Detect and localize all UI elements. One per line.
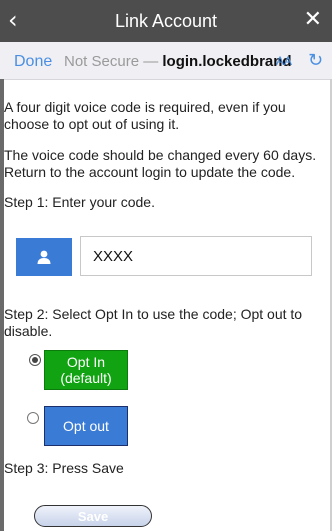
close-icon[interactable]: ✕: [304, 6, 322, 34]
done-button[interactable]: Done: [14, 53, 52, 71]
opt-out-button[interactable]: Opt out: [44, 406, 128, 446]
user-icon: [37, 250, 51, 264]
modal-titlebar: ‹ Link Account ✕: [0, 0, 332, 42]
not-secure-label: Not Secure —: [64, 53, 159, 70]
save-button[interactable]: Save: [34, 505, 152, 527]
page-title: Link Account: [114, 11, 218, 31]
step1-label: Step 1: Enter your code.: [4, 194, 155, 210]
step2-label: Step 2: Select Opt In to use the code; O…: [4, 306, 303, 339]
reload-icon[interactable]: ↻: [308, 50, 323, 71]
url-field[interactable]: Not Secure — login.lockedbrand: [64, 53, 292, 70]
opt-in-button[interactable]: Opt In (default): [44, 350, 128, 390]
opt-in-radio[interactable]: [29, 354, 41, 366]
opt-out-radio[interactable]: [27, 412, 39, 424]
user-button[interactable]: [16, 238, 72, 276]
url-domain: login.lockedbrand: [162, 53, 292, 70]
rotation-text: The voice code should be changed every 6…: [4, 147, 317, 180]
step3-label: Step 3: Press Save: [4, 460, 124, 476]
intro-text: A four digit voice code is required, eve…: [4, 99, 286, 132]
voice-code-input[interactable]: [80, 236, 312, 276]
address-bar: Done Not Secure — login.lockedbrand AA ↻: [0, 42, 332, 80]
text-size-button[interactable]: AA: [276, 54, 292, 68]
